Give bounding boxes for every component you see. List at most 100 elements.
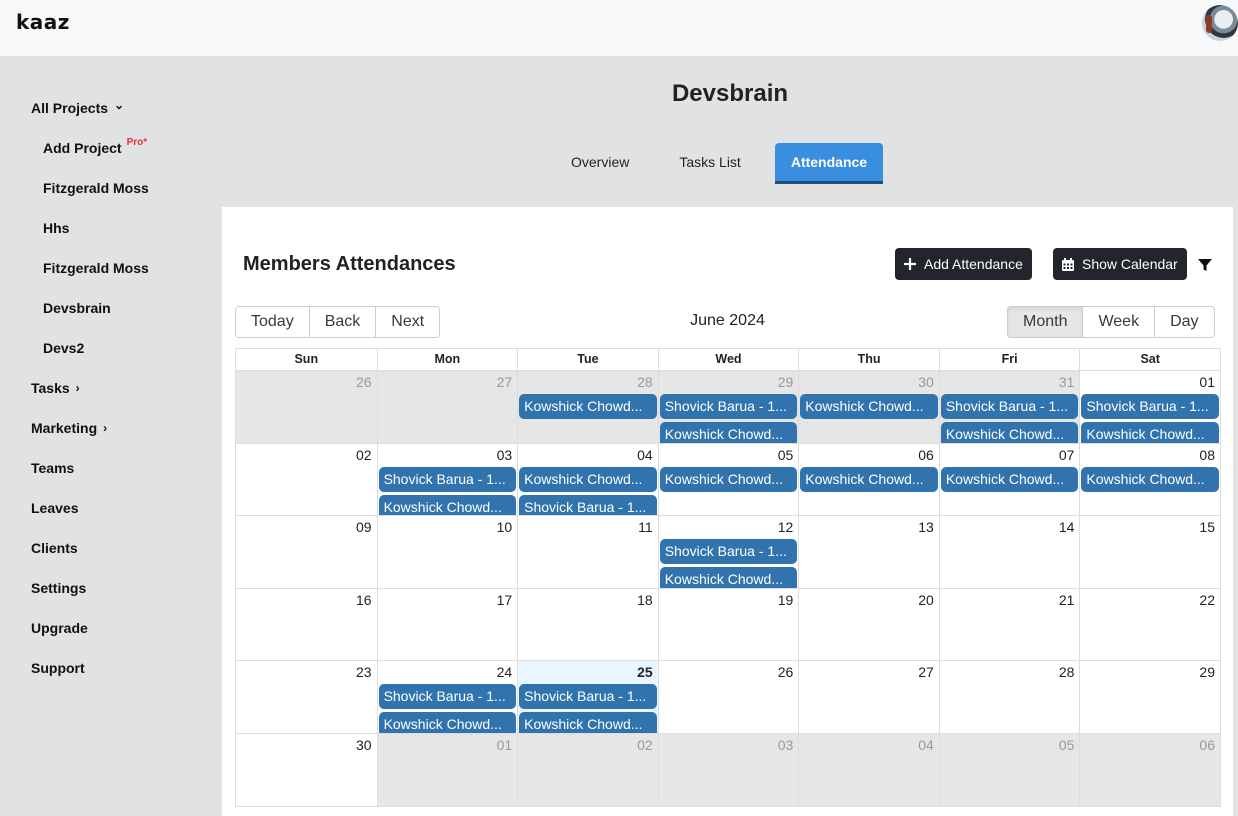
calendar-day-cell[interactable]: 12 Shovick Barua - 1... Kowshick Chowd... — [657, 516, 799, 588]
attendance-event[interactable]: Shovick Barua - 1... — [378, 684, 517, 709]
sidebar-item-add-project[interactable]: Add Project Pro* — [43, 137, 147, 157]
calendar-day-cell[interactable]: 01 Shovick Barua - 1... Kowshick Chowd... — [1079, 371, 1220, 443]
day-number[interactable]: 25 — [637, 664, 653, 680]
attendance-event[interactable]: Shovick Barua - 1... — [659, 394, 798, 419]
calendar-day-cell[interactable]: 05 Kowshick Chowd... — [657, 443, 799, 515]
day-number[interactable]: 18 — [637, 592, 653, 608]
day-number[interactable]: 21 — [1059, 592, 1075, 608]
sidebar-item-teams[interactable]: Teams — [31, 460, 74, 476]
view-month-button[interactable]: Month — [1008, 307, 1084, 337]
day-number[interactable]: 05 — [778, 447, 794, 463]
sidebar-item-all-projects[interactable]: All Projects ⌄ — [31, 98, 124, 116]
day-number[interactable]: 31 — [1059, 374, 1075, 390]
attendance-event[interactable]: Shovick Barua - 1... — [519, 494, 657, 515]
attendance-event[interactable]: Kowshick Chowd... — [378, 494, 517, 515]
day-number[interactable]: 05 — [1059, 737, 1075, 753]
day-number[interactable]: 28 — [1059, 664, 1075, 680]
attendance-event[interactable]: Shovick Barua - 1... — [519, 684, 657, 709]
calendar-day-cell[interactable]: 15 — [1079, 516, 1220, 588]
calendar-day-cell[interactable]: 08 Kowshick Chowd... — [1079, 443, 1220, 515]
calendar-day-cell[interactable]: 27 — [376, 371, 518, 443]
calendar-day-cell[interactable]: 05 — [938, 733, 1080, 806]
filter-icon[interactable] — [1198, 258, 1212, 272]
day-number[interactable]: 02 — [637, 737, 653, 753]
attendance-event[interactable]: Kowshick Chowd... — [659, 466, 798, 492]
calendar-day-cell[interactable]: 26 — [236, 371, 377, 443]
attendance-event[interactable]: Kowshick Chowd... — [519, 712, 657, 733]
calendar-day-cell[interactable]: 04 — [798, 733, 939, 806]
calendar-day-cell[interactable]: 19 — [657, 588, 799, 660]
calendar-day-cell[interactable]: 30 — [236, 734, 377, 807]
attendance-event[interactable]: Shovick Barua - 1... — [1081, 394, 1219, 419]
attendance-event[interactable]: Shovick Barua - 1... — [940, 394, 1079, 419]
day-number[interactable]: 24 — [497, 664, 513, 680]
calendar-day-cell[interactable]: 28 — [938, 661, 1080, 733]
tab-attendance[interactable]: Attendance — [774, 143, 884, 184]
calendar-day-cell[interactable]: 07 Kowshick Chowd... — [938, 443, 1080, 515]
attendance-event[interactable]: Shovick Barua - 1... — [378, 466, 517, 492]
calendar-day-cell[interactable]: 02 — [517, 733, 658, 806]
day-number[interactable]: 22 — [1199, 592, 1215, 608]
calendar-day-cell[interactable]: 03 Shovick Barua - 1... Kowshick Chowd... — [376, 443, 518, 515]
calendar-day-cell[interactable]: 21 — [938, 588, 1080, 660]
calendar-day-cell[interactable]: 20 — [798, 588, 939, 660]
calendar-day-cell[interactable]: 01 — [376, 733, 518, 806]
calendar-day-cell[interactable]: 18 — [517, 588, 658, 660]
view-week-button[interactable]: Week — [1083, 307, 1156, 337]
sidebar-item-marketing[interactable]: Marketing › — [31, 420, 107, 436]
sidebar-item-leaves[interactable]: Leaves — [31, 500, 78, 516]
day-number[interactable]: 03 — [778, 737, 794, 753]
calendar-day-cell[interactable]: 09 — [236, 516, 377, 588]
day-number[interactable]: 01 — [497, 737, 513, 753]
day-number[interactable]: 16 — [356, 592, 372, 608]
day-number[interactable]: 19 — [778, 592, 794, 608]
calendar-day-cell[interactable]: 03 — [657, 733, 799, 806]
tab-tasks-list[interactable]: Tasks List — [663, 143, 756, 184]
day-number[interactable]: 30 — [918, 374, 934, 390]
attendance-event[interactable]: Shovick Barua - 1... — [659, 539, 798, 564]
calendar-day-cell[interactable]: 26 — [657, 661, 799, 733]
user-avatar[interactable] — [1202, 5, 1238, 41]
calendar-day-cell[interactable]: 11 — [517, 516, 658, 588]
calendar-day-cell[interactable]: 27 — [798, 661, 939, 733]
calendar-day-cell-today[interactable]: 25 Shovick Barua - 1... Kowshick Chowd... — [517, 661, 658, 733]
day-number[interactable]: 30 — [356, 737, 372, 753]
app-logo[interactable]: kaaz — [16, 10, 70, 34]
calendar-day-cell[interactable]: 24 Shovick Barua - 1... Kowshick Chowd... — [376, 661, 518, 733]
day-number[interactable]: 13 — [918, 519, 934, 535]
day-number[interactable]: 07 — [1059, 447, 1075, 463]
calendar-day-cell[interactable]: 16 — [236, 589, 377, 661]
day-number[interactable]: 23 — [356, 664, 372, 680]
calendar-day-cell[interactable]: 13 — [798, 516, 939, 588]
day-number[interactable]: 06 — [918, 447, 934, 463]
attendance-event[interactable]: Kowshick Chowd... — [800, 394, 938, 419]
day-number[interactable]: 20 — [918, 592, 934, 608]
attendance-event[interactable]: Kowshick Chowd... — [519, 466, 657, 492]
day-number[interactable]: 09 — [356, 519, 372, 535]
sidebar-item-tasks[interactable]: Tasks › — [31, 380, 80, 396]
sidebar-item-upgrade[interactable]: Upgrade — [31, 620, 88, 636]
day-number[interactable]: 04 — [637, 447, 653, 463]
day-number[interactable]: 14 — [1059, 519, 1075, 535]
calendar-day-cell[interactable]: 29 — [1079, 661, 1220, 733]
calendar-day-cell[interactable]: 28 Kowshick Chowd... — [517, 371, 658, 443]
day-number[interactable]: 03 — [497, 447, 513, 463]
calendar-day-cell[interactable]: 22 — [1079, 588, 1220, 660]
day-number[interactable]: 17 — [497, 592, 513, 608]
sidebar-item-clients[interactable]: Clients — [31, 540, 78, 556]
view-day-button[interactable]: Day — [1155, 307, 1214, 337]
attendance-event[interactable]: Kowshick Chowd... — [800, 466, 938, 492]
day-number[interactable]: 27 — [918, 664, 934, 680]
sidebar-project-item[interactable]: Fitzgerald Moss — [43, 180, 149, 196]
calendar-day-cell[interactable]: 31 Shovick Barua - 1... Kowshick Chowd... — [938, 371, 1080, 443]
sidebar-project-item[interactable]: Fitzgerald Moss — [43, 260, 149, 276]
attendance-event[interactable]: Kowshick Chowd... — [378, 712, 517, 733]
attendance-event[interactable]: Kowshick Chowd... — [940, 466, 1079, 492]
calendar-day-cell[interactable]: 10 — [376, 516, 518, 588]
sidebar-item-settings[interactable]: Settings — [31, 580, 86, 596]
calendar-day-cell[interactable]: 29 Shovick Barua - 1... Kowshick Chowd... — [657, 371, 799, 443]
sidebar-project-item[interactable]: Hhs — [43, 220, 69, 236]
day-number[interactable]: 04 — [918, 737, 934, 753]
sidebar-project-item[interactable]: Devsbrain — [43, 300, 111, 316]
calendar-day-cell[interactable]: 14 — [938, 516, 1080, 588]
